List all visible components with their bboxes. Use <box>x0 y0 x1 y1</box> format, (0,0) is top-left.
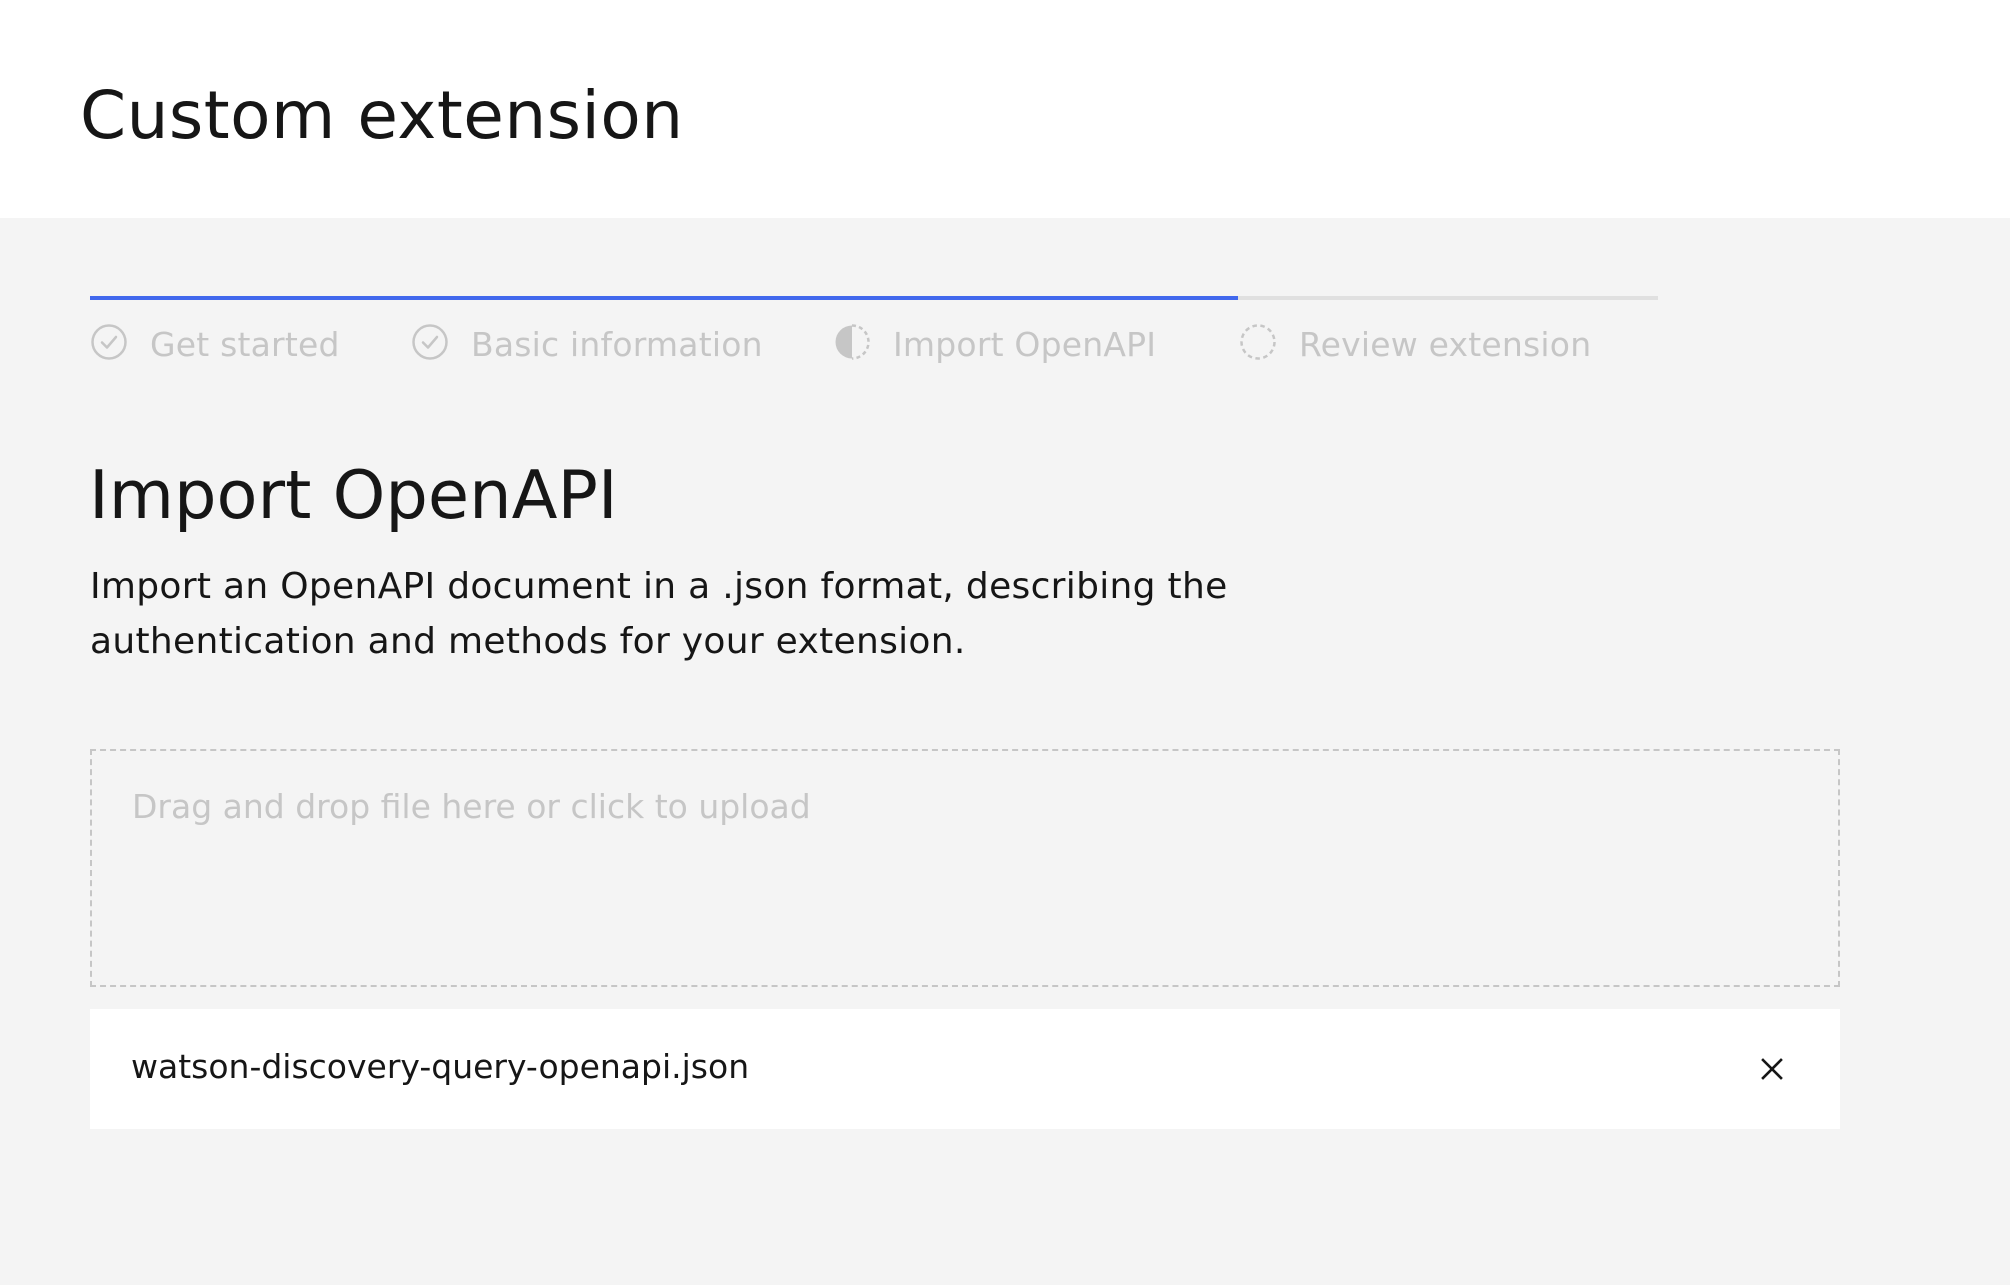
page-title: Custom extension <box>80 77 684 154</box>
section-title: Import OpenAPI <box>89 456 618 534</box>
progress-step-get-started[interactable]: Get started <box>90 322 340 366</box>
progress-step-label: Basic information <box>471 324 763 364</box>
progress-step-label: Review extension <box>1299 324 1592 364</box>
dropzone-label: Drag and drop file here or click to uplo… <box>132 787 811 826</box>
close-icon <box>1759 1056 1785 1082</box>
file-dropzone[interactable]: Drag and drop file here or click to uplo… <box>90 749 1840 987</box>
section-description: Import an OpenAPI document in a .json fo… <box>90 566 1228 662</box>
progress-step-label: Get started <box>150 324 340 364</box>
remove-file-button[interactable] <box>1748 1045 1796 1093</box>
progress-step-import-openapi[interactable]: Import OpenAPI <box>833 322 1156 366</box>
progress-step-review-extension[interactable]: Review extension <box>1239 322 1591 366</box>
progress-step-basic-information[interactable]: Basic information <box>411 322 763 366</box>
checkmark-circle-icon <box>90 323 128 365</box>
file-name: watson-discovery-query-openapi.json <box>131 1047 750 1086</box>
dashed-circle-icon <box>1239 323 1277 365</box>
progress-track <box>90 296 1658 300</box>
progress-fill <box>90 296 1238 300</box>
progress-step-label: Import OpenAPI <box>893 324 1157 364</box>
checkmark-circle-icon <box>411 323 449 365</box>
uploaded-file-item: watson-discovery-query-openapi.json <box>90 1009 1840 1129</box>
half-circle-icon <box>833 323 871 365</box>
page-header: Custom extension <box>0 0 2010 218</box>
